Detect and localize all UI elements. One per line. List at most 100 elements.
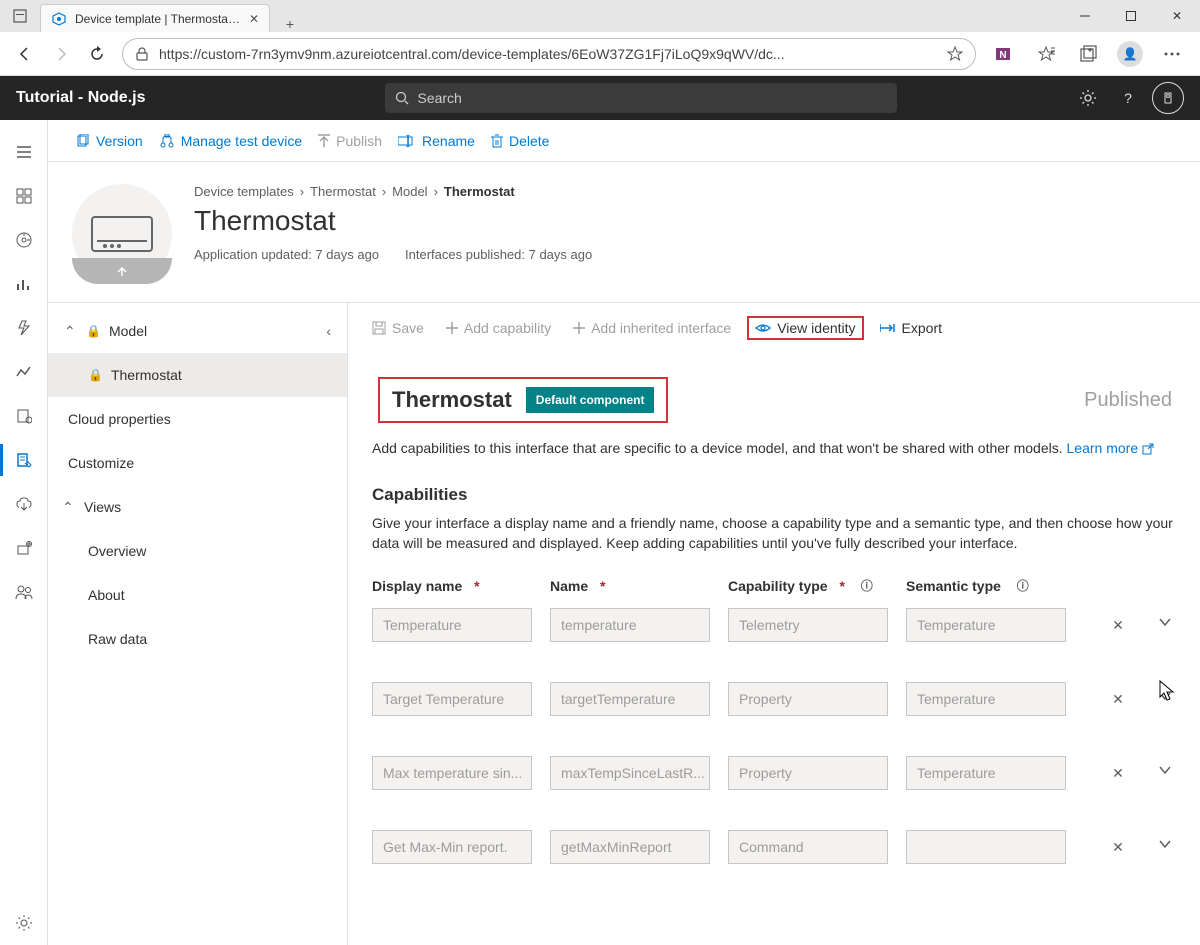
remove-row-icon[interactable]: ✕ [1108,691,1128,708]
published-status: Published [1084,389,1172,412]
tree-customize-label: Customize [68,455,134,471]
remove-row-icon[interactable]: ✕ [1108,617,1128,634]
rail-rules-icon[interactable] [0,306,48,350]
expand-row-icon[interactable] [1158,765,1178,782]
crumb-model[interactable]: Model [392,184,427,199]
remove-row-icon[interactable]: ✕ [1108,839,1128,856]
svg-text:?: ? [1124,90,1132,106]
tree-raw-data[interactable]: Raw data [48,617,347,661]
close-tab-icon[interactable]: ✕ [249,12,259,26]
add-capability-button: Add capability [440,316,557,340]
tree-customize[interactable]: Customize [48,441,347,485]
chevron-up-icon: ⌃ [64,323,78,340]
tree-overview[interactable]: Overview [48,529,347,573]
search-placeholder: Search [417,90,461,106]
info-icon[interactable]: ⓘ [861,577,873,594]
collections-icon[interactable] [1068,39,1108,69]
capability-semantic-type-field[interactable]: Temperature [906,682,1066,716]
export-button[interactable]: Export [874,316,948,340]
refresh-button[interactable] [82,39,112,69]
crumb-current: Thermostat [444,184,515,199]
rail-devices-icon[interactable] [0,218,48,262]
onenote-extension-icon[interactable]: N [984,39,1024,69]
tab-title: Device template | Thermostat, Tu [75,12,241,26]
rail-chart-icon[interactable] [0,350,48,394]
view-identity-button[interactable]: View identity [747,316,863,340]
rail-templates-icon[interactable] [0,438,48,482]
search-box[interactable]: Search [385,83,897,113]
rail-dashboard-icon[interactable] [0,174,48,218]
maximize-button[interactable] [1108,0,1154,32]
tree-thermostat[interactable]: 🔒 Thermostat [48,353,347,397]
help-icon[interactable]: ? [1112,82,1144,114]
capability-display-name-field[interactable]: Target Temperature [372,682,532,716]
expand-row-icon[interactable] [1158,839,1178,856]
tree-about[interactable]: About [48,573,347,617]
manage-test-device-button[interactable]: Manage test device [155,129,306,153]
capability-display-name-field[interactable]: Temperature [372,608,532,642]
add-inherited-label: Add inherited interface [591,320,731,336]
browser-tab[interactable]: Device template | Thermostat, Tu ✕ [40,4,270,32]
rail-analytics-icon[interactable] [0,262,48,306]
profile-avatar[interactable]: 👤 [1110,39,1150,69]
favorites-icon[interactable] [1026,39,1066,69]
account-icon[interactable] [1152,82,1184,114]
version-button[interactable]: Version [72,129,147,153]
settings-icon[interactable] [1072,82,1104,114]
learn-more-link[interactable]: Learn more [1067,440,1154,456]
close-window-button[interactable]: ✕ [1154,0,1200,32]
component-description: Add capabilities to this interface that … [372,439,1178,459]
minimize-button[interactable] [1062,0,1108,32]
rail-menu-icon[interactable] [0,130,48,174]
more-icon[interactable] [1152,39,1192,69]
lock-icon: 🔒 [88,368,103,382]
capability-semantic-type-field[interactable]: Temperature [906,608,1066,642]
crumb-thermostat[interactable]: Thermostat [310,184,376,199]
capability-name-field[interactable]: maxTempSinceLastR... [550,756,710,790]
rename-button[interactable]: Rename [394,129,479,153]
capability-name-field[interactable]: temperature [550,608,710,642]
info-icon[interactable]: ⓘ [1017,577,1029,594]
breadcrumb: Device templates › Thermostat › Model › … [194,184,1178,199]
address-bar: https://custom-7rn3ymv9nm.azureiotcentra… [0,32,1200,76]
capabilities-headers: Display name * Name * Capability type * … [372,577,1178,594]
forward-button[interactable] [46,39,76,69]
crumb-device-templates[interactable]: Device templates [194,184,294,199]
capability-capability-type-field[interactable]: Property [728,756,888,790]
rename-label: Rename [422,133,475,149]
capability-display-name-field[interactable]: Max temperature sin... [372,756,532,790]
expand-row-icon[interactable] [1158,691,1178,708]
collapse-panel-icon[interactable]: ‹ [326,323,331,339]
row-actions: ✕ [1108,617,1178,634]
capability-name-field[interactable]: getMaxMinReport [550,830,710,864]
tree-model[interactable]: ⌃ 🔒 Model ‹ [48,309,347,353]
tree-cloud-properties[interactable]: Cloud properties [48,397,347,441]
rail-admin-icon[interactable] [0,526,48,570]
app-header: Tutorial - Node.js Search ? [0,76,1200,120]
rail-users-icon[interactable] [0,570,48,614]
rail-export-icon[interactable] [0,482,48,526]
capability-capability-type-field[interactable]: Telemetry [728,608,888,642]
capability-capability-type-field[interactable]: Command [728,830,888,864]
capability-display-name-field[interactable]: Get Max-Min report. [372,830,532,864]
delete-button[interactable]: Delete [487,129,553,153]
favorite-icon[interactable] [947,46,963,62]
remove-row-icon[interactable]: ✕ [1108,765,1128,782]
expand-row-icon[interactable] [1158,617,1178,634]
site-info-icon[interactable] [135,47,149,61]
app-updated-text: Application updated: 7 days ago [194,247,379,262]
rail-jobs-icon[interactable] [0,394,48,438]
svg-text:N: N [999,50,1006,61]
capability-capability-type-field[interactable]: Property [728,682,888,716]
back-button[interactable] [10,39,40,69]
tree-views[interactable]: ⌃ Views [48,485,347,529]
capability-semantic-type-field[interactable] [906,830,1066,864]
new-tab-button[interactable]: + [276,16,304,32]
url-box[interactable]: https://custom-7rn3ymv9nm.azureiotcentra… [122,38,976,70]
capability-row: Get Max-Min report. getMaxMinReport Comman… [372,830,1178,864]
capability-semantic-type-field[interactable]: Temperature [906,756,1066,790]
capabilities-section: Capabilities Give your interface a displ… [372,485,1178,865]
rail-settings-icon[interactable] [0,901,48,945]
tree-views-label: Views [84,499,121,515]
capability-name-field[interactable]: targetTemperature [550,682,710,716]
